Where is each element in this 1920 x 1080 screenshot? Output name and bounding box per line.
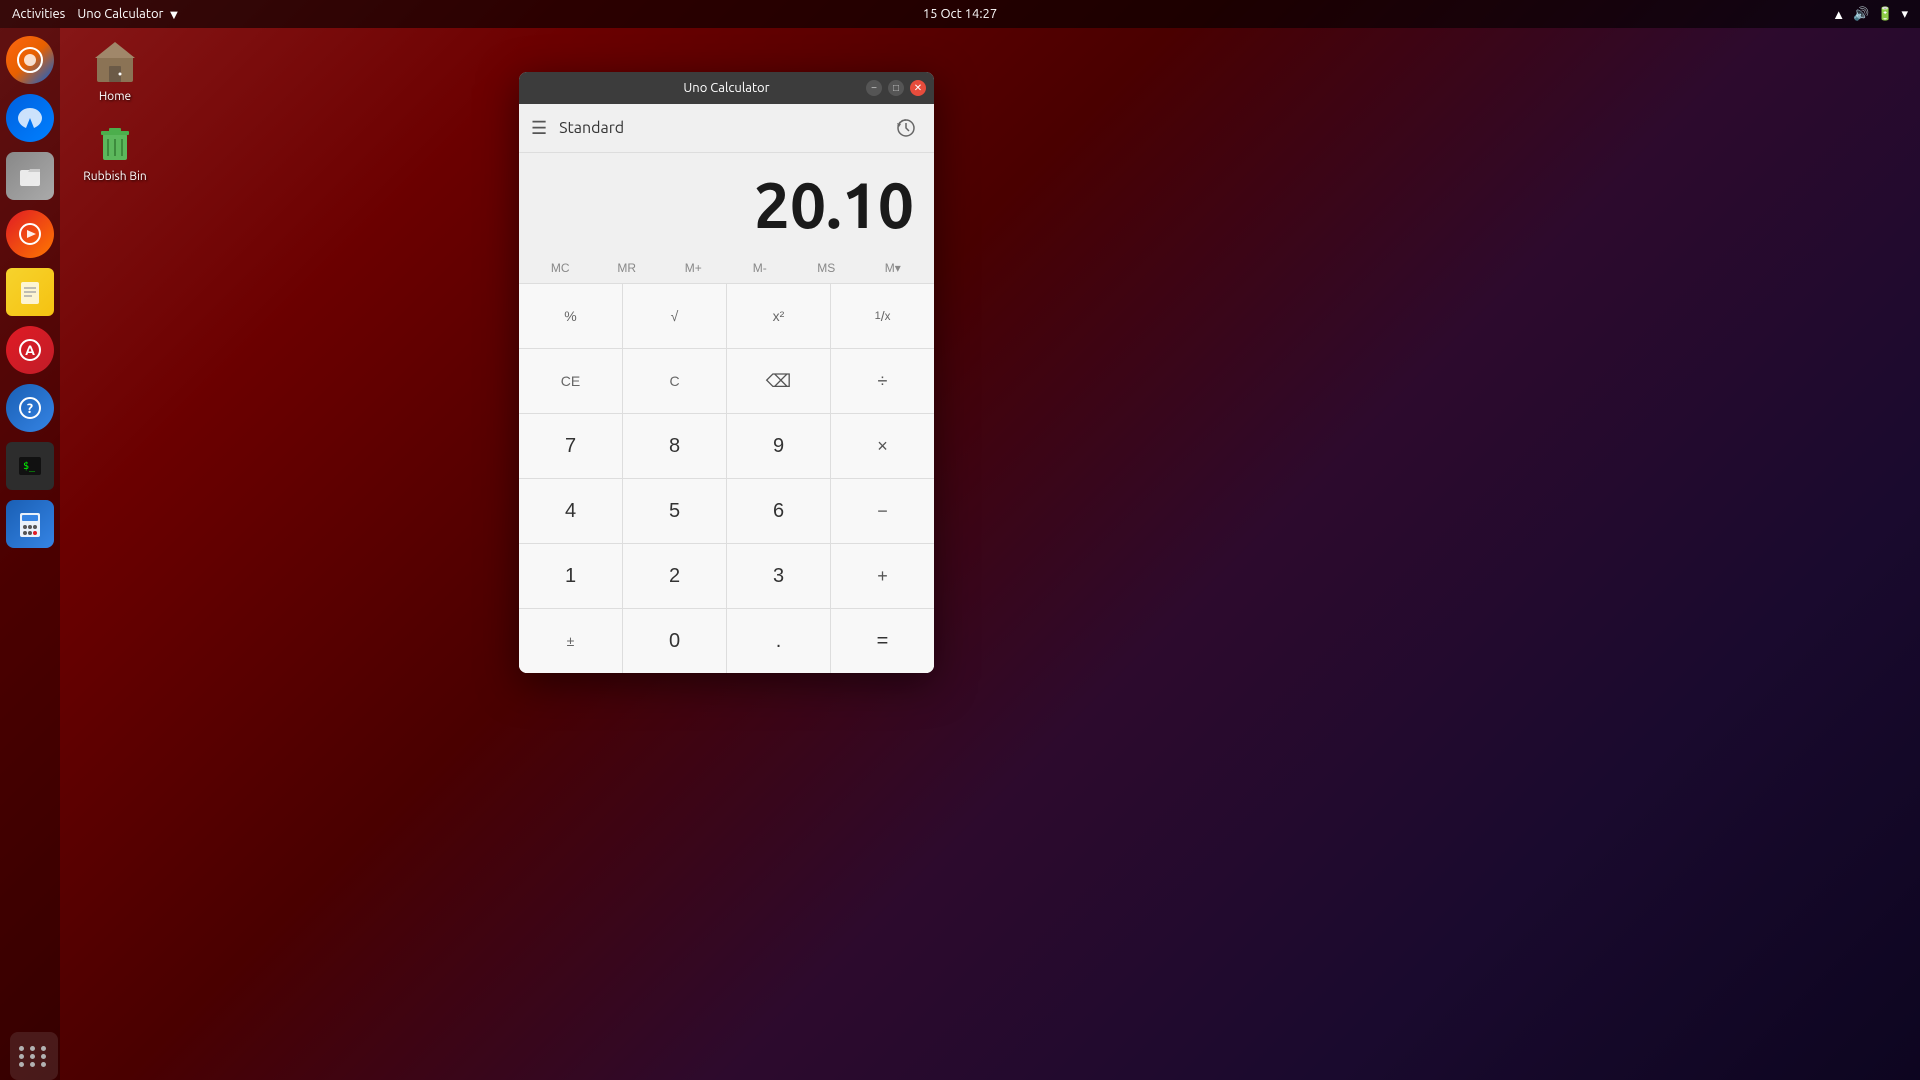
four-button[interactable]: 4 xyxy=(519,479,622,543)
rhythmbox-icon xyxy=(6,210,54,258)
subtract-button[interactable]: − xyxy=(831,479,934,543)
calculator-grid: % √ x² 1/x CE C ⌫ ÷ 7 8 9 × 4 5 6 − 1 2 … xyxy=(519,284,934,673)
hamburger-menu-icon[interactable]: ☰ xyxy=(531,118,547,139)
history-icon xyxy=(896,118,916,138)
topbar-datetime: 15 Oct 14:27 xyxy=(923,7,997,21)
memory-store-button[interactable]: MS xyxy=(793,253,860,283)
equals-button[interactable]: = xyxy=(831,609,934,673)
negate-button[interactable]: ± xyxy=(519,609,622,673)
dock: A ? $_ xyxy=(0,28,60,1080)
maximize-button[interactable]: □ xyxy=(888,80,904,96)
volume-icon: 🔊 xyxy=(1853,7,1869,22)
calculator-dock-icon xyxy=(6,500,54,548)
dock-item-terminal[interactable]: $_ xyxy=(6,442,54,492)
dock-item-notes[interactable] xyxy=(6,268,54,318)
activities-button[interactable]: Activities xyxy=(12,7,65,21)
rubbish-bin-label: Rubbish Bin xyxy=(83,170,146,183)
dock-item-thunderbird[interactable] xyxy=(6,94,54,144)
thunderbird-icon xyxy=(6,94,54,142)
wifi-icon: ▲ xyxy=(1832,7,1845,22)
titlebar-controls: − □ ✕ xyxy=(866,80,926,96)
svg-text:A: A xyxy=(25,342,35,358)
calculator-titlebar: Uno Calculator − □ ✕ xyxy=(519,72,934,104)
topbar-right: ▲ 🔊 🔋 ▾ xyxy=(1832,7,1908,22)
dock-item-rhythmbox[interactable] xyxy=(6,210,54,260)
desktop-icon-home[interactable]: Home xyxy=(75,38,155,103)
divide-button[interactable]: ÷ xyxy=(831,349,934,413)
help-icon: ? xyxy=(6,384,54,432)
software-icon: A xyxy=(6,326,54,374)
zero-button[interactable]: 0 xyxy=(623,609,726,673)
system-menu-icon[interactable]: ▾ xyxy=(1901,7,1908,22)
minimize-button[interactable]: − xyxy=(866,80,882,96)
files-icon xyxy=(6,152,54,200)
app-indicator[interactable]: Uno Calculator ▼ xyxy=(77,7,180,22)
percent-button[interactable]: % xyxy=(519,284,622,348)
dock-item-calculator[interactable] xyxy=(6,500,54,550)
rubbish-bin-icon xyxy=(91,118,139,166)
topbar-left: Activities Uno Calculator ▼ xyxy=(12,7,180,22)
svg-text:$_: $_ xyxy=(23,461,36,472)
add-button[interactable]: + xyxy=(831,544,934,608)
backspace-button[interactable]: ⌫ xyxy=(727,349,830,413)
reciprocal-button[interactable]: 1/x xyxy=(831,284,934,348)
sqrt-button[interactable]: √ xyxy=(623,284,726,348)
display-value: 20.10 xyxy=(754,173,914,237)
calculator-title: Uno Calculator xyxy=(683,81,769,95)
app-dropdown-icon: ▼ xyxy=(167,7,180,22)
six-button[interactable]: 6 xyxy=(727,479,830,543)
clear-button[interactable]: C xyxy=(623,349,726,413)
five-button[interactable]: 5 xyxy=(623,479,726,543)
eight-button[interactable]: 8 xyxy=(623,414,726,478)
topbar: Activities Uno Calculator ▼ 15 Oct 14:27… xyxy=(0,0,1920,28)
two-button[interactable]: 2 xyxy=(623,544,726,608)
notes-icon xyxy=(6,268,54,316)
memory-subtract-button[interactable]: M- xyxy=(727,253,794,283)
home-label: Home xyxy=(99,90,131,103)
home-folder-icon xyxy=(91,38,139,86)
calculator-header: ☰ Standard xyxy=(519,104,934,153)
terminal-icon: $_ xyxy=(6,442,54,490)
memory-recall-button[interactable]: MR xyxy=(594,253,661,283)
calculator-body: ☰ Standard 20.10 MC MR M+ M- MS M▾ xyxy=(519,104,934,673)
battery-icon: 🔋 xyxy=(1877,7,1893,22)
memory-clear-button[interactable]: MC xyxy=(527,253,594,283)
dock-item-software[interactable]: A xyxy=(6,326,54,376)
one-button[interactable]: 1 xyxy=(519,544,622,608)
firefox-icon xyxy=(6,36,54,84)
decimal-button[interactable]: . xyxy=(727,609,830,673)
three-button[interactable]: 3 xyxy=(727,544,830,608)
desktop-icon-rubbish-bin[interactable]: Rubbish Bin xyxy=(75,118,155,183)
memory-add-button[interactable]: M+ xyxy=(660,253,727,283)
square-button[interactable]: x² xyxy=(727,284,830,348)
app-name-label: Uno Calculator xyxy=(77,7,163,21)
history-button[interactable] xyxy=(890,112,922,144)
memory-row: MC MR M+ M- MS M▾ xyxy=(519,253,934,284)
seven-button[interactable]: 7 xyxy=(519,414,622,478)
calculator-window: Uno Calculator − □ ✕ ☰ Standard 20.10 xyxy=(519,72,934,673)
dock-item-firefox[interactable] xyxy=(6,36,54,86)
taskbar-bottom xyxy=(0,1032,1920,1080)
close-button[interactable]: ✕ xyxy=(910,80,926,96)
multiply-button[interactable]: × xyxy=(831,414,934,478)
calculator-mode-label: Standard xyxy=(559,119,624,137)
calculator-display: 20.10 xyxy=(519,153,934,253)
dock-item-help[interactable]: ? xyxy=(6,384,54,434)
dock-item-files[interactable] xyxy=(6,152,54,202)
clear-entry-button[interactable]: CE xyxy=(519,349,622,413)
memory-dropdown-button[interactable]: M▾ xyxy=(860,253,927,283)
nine-button[interactable]: 9 xyxy=(727,414,830,478)
svg-text:?: ? xyxy=(27,400,33,416)
